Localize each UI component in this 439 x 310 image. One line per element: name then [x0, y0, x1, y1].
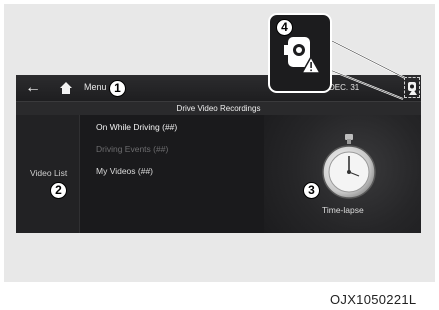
dashcam-settings-button[interactable]: [404, 77, 420, 98]
stopwatch-icon: [322, 134, 376, 199]
callout-3: 3: [303, 182, 320, 199]
date-display: DEC. 31: [329, 83, 360, 92]
infotainment-screen: ← Menu DEC. 31 Drive Video Recordings Vi…: [16, 75, 421, 233]
time-lapse-panel[interactable]: Time-lapse: [264, 115, 421, 233]
menu-title[interactable]: Menu: [84, 82, 107, 92]
back-button[interactable]: ←: [22, 78, 44, 98]
screen-subtitle: Drive Video Recordings: [16, 102, 421, 115]
home-icon: [60, 82, 72, 94]
callout-2: 2: [50, 182, 67, 199]
dashcam-settings-icon: [408, 82, 417, 95]
video-list-panel[interactable]: Video List: [16, 115, 80, 233]
top-bar: ← Menu DEC. 31: [16, 75, 421, 102]
back-arrow-icon: ←: [25, 79, 41, 96]
time-lapse-label: Time-lapse: [322, 205, 364, 215]
callout-1: 1: [109, 80, 126, 97]
menu-item-my-videos[interactable]: My Videos (##): [96, 166, 153, 176]
menu-item-driving-events[interactable]: Driving Events (##): [96, 144, 168, 154]
figure-code: OJX1050221L: [330, 292, 417, 307]
callout-4: 4: [276, 19, 293, 36]
recording-menu: On While Driving (##) Driving Events (##…: [80, 115, 262, 233]
video-list-label: Video List: [30, 168, 68, 178]
menu-item-on-while-driving[interactable]: On While Driving (##): [96, 122, 177, 132]
home-button[interactable]: [56, 78, 76, 98]
